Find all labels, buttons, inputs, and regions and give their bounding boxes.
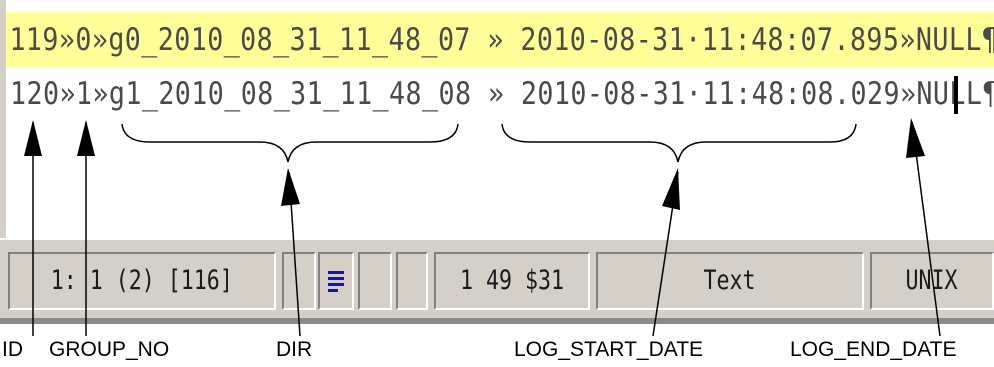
status-char-info[interactable]: 1 49 $31 <box>434 252 590 310</box>
lines-icon <box>328 271 344 292</box>
editor-line-2[interactable]: 120»1»g1_2010_08_31_11_48_08 » 2010-08-3… <box>10 66 994 122</box>
status-mode[interactable]: Text <box>596 252 864 310</box>
text-cursor <box>954 76 958 114</box>
label-id: ID <box>2 338 23 361</box>
editor-line-1[interactable]: 119»0»g0_2010_08_31_11_48_07 » 2010-08-3… <box>6 12 994 68</box>
status-position[interactable]: 1: 1 (2) [116] <box>8 252 276 310</box>
status-cell-blank-1[interactable] <box>282 252 316 310</box>
label-dir: DIR <box>276 338 313 361</box>
status-cell-blank-2[interactable] <box>358 252 392 310</box>
label-log-end-date: LOG_END_DATE <box>790 338 957 361</box>
annotated-screenshot: 119»0»g0_2010_08_31_11_48_07 » 2010-08-3… <box>0 0 994 367</box>
status-cell-blank-3[interactable] <box>396 252 428 310</box>
text-editor[interactable]: 119»0»g0_2010_08_31_11_48_07 » 2010-08-3… <box>0 0 994 238</box>
label-log-start-date: LOG_START_DATE <box>514 338 704 361</box>
status-bar: 1: 1 (2) [116] 1 49 $31 Text UNIX <box>0 238 994 324</box>
label-group-no: GROUP_NO <box>49 338 170 361</box>
status-lines-cell[interactable] <box>318 252 354 310</box>
status-eol[interactable]: UNIX <box>870 252 994 310</box>
